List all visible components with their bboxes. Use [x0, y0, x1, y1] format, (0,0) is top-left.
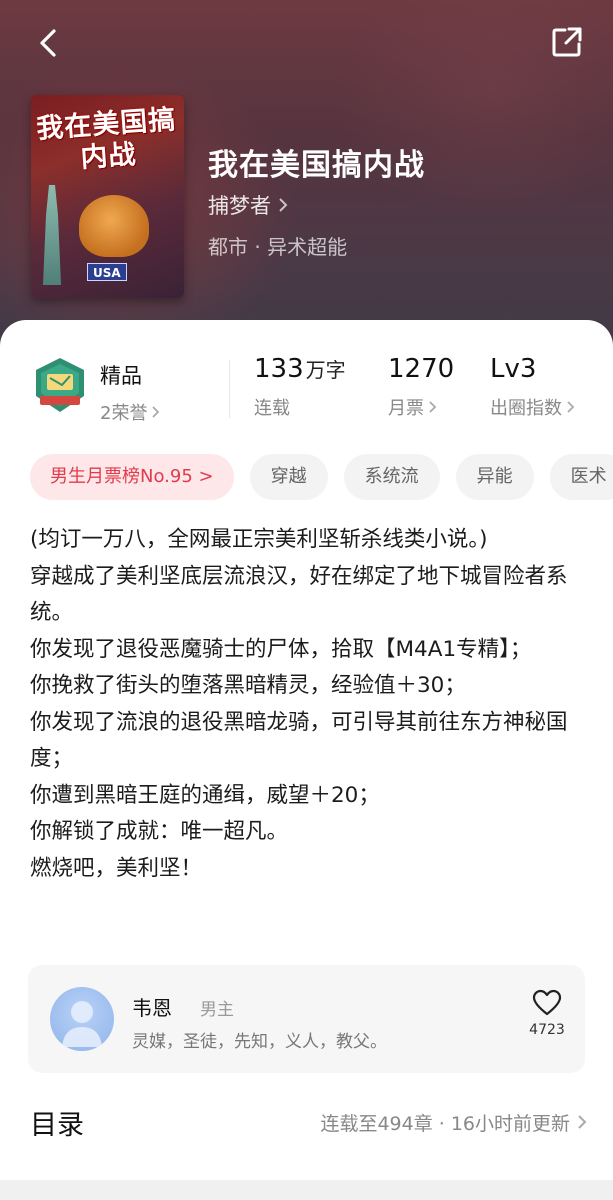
monthly-tickets-label: 月票	[388, 398, 424, 419]
author-link[interactable]: 捕梦者	[208, 190, 289, 220]
description-line: (均订一万八，全网最正宗美利坚斩杀线类小说。)	[30, 527, 488, 552]
character-like-button[interactable]: 4723	[527, 989, 567, 1038]
description-line: 你挽救了街头的堕落黑暗精灵，经验值＋30；	[30, 673, 466, 698]
heart-icon	[532, 989, 562, 1016]
word-count-stat: 133 万字 连载	[254, 354, 346, 420]
chevron-right-icon	[279, 198, 288, 212]
bottom-spacer	[0, 1180, 613, 1200]
level-value: Lv3	[490, 354, 537, 384]
divider	[229, 360, 230, 418]
cover-badge: USA	[87, 263, 127, 281]
quality-badge-icon	[36, 358, 84, 412]
quality-label: 精品	[100, 364, 142, 388]
ranking-tag[interactable]: 男生月票榜No.95 >	[30, 454, 234, 500]
description-line: 你遭到黑暗王庭的通缉，威望＋20；	[30, 782, 380, 808]
share-icon[interactable]	[549, 24, 585, 60]
tag-chip[interactable]: 异能	[455, 454, 534, 500]
monthly-tickets-stat[interactable]: 1270 月票	[388, 354, 454, 420]
description-line: 你发现了退役恶魔骑士的尸体，拾取【M4A1专精】；	[30, 636, 532, 662]
honors-count: 2荣誉	[100, 403, 148, 424]
character-avatar	[50, 987, 114, 1051]
toc-update-info: 连载至494章 · 16小时前更新	[320, 1112, 570, 1135]
word-count-unit: 万字	[305, 358, 346, 382]
like-count: 4723	[529, 1022, 565, 1038]
tag-chip[interactable]: 系统流	[343, 454, 440, 500]
breakout-index-stat[interactable]: Lv3 出圈指数	[490, 354, 576, 420]
description-line: 穿越成了美利坚底层流浪汉，好在绑定了地下城冒险者系统。	[30, 563, 568, 626]
book-description[interactable]: (均订一万八，全网最正宗美利坚斩杀线类小说。) 穿越成了美利坚底层流浪汉，好在绑…	[30, 522, 595, 887]
statue-illustration	[43, 185, 61, 285]
cover-title: 我在美国搞内战	[35, 104, 178, 174]
chevron-right-icon	[567, 401, 575, 413]
toc-title: 目录	[30, 1109, 84, 1141]
person-icon	[62, 1001, 102, 1047]
back-arrow-icon[interactable]	[32, 26, 66, 60]
cat-illustration	[79, 195, 149, 257]
tag-chip[interactable]: 穿越	[249, 454, 328, 500]
tag-chip[interactable]: 医术	[549, 454, 613, 500]
chevron-right-icon	[429, 401, 437, 413]
honors-stat[interactable]: 精品 2荣誉	[100, 360, 161, 425]
book-cover[interactable]: 我在美国搞内战 USA	[31, 95, 184, 298]
description-line: 你解锁了成就：唯一超凡。	[30, 819, 289, 844]
book-genre: 都市 · 异术超能	[208, 235, 348, 259]
character-role: 男主	[200, 1000, 234, 1020]
description-line: 燃烧吧，美利坚！	[30, 855, 203, 881]
chevron-right-icon	[152, 406, 160, 418]
table-of-contents-row[interactable]: 目录 连载至494章 · 16小时前更新	[30, 1100, 588, 1144]
book-detail-card: 精品 2荣誉 133 万字 连载 1270 月票 Lv3 出圈指数 男生月票榜N…	[0, 320, 613, 1180]
monthly-tickets-value: 1270	[388, 354, 455, 384]
word-count-value: 133	[254, 354, 304, 384]
serial-status: 连载	[254, 398, 290, 419]
tag-list: 男生月票榜No.95 > 穿越 系统流 异能 医术	[30, 454, 613, 500]
character-name: 韦恩	[132, 996, 172, 1020]
level-label: 出圈指数	[490, 398, 562, 419]
character-card[interactable]: 韦恩 男主 灵媒，圣徒，先知，义人，教父。 4723	[28, 965, 585, 1073]
chevron-right-icon	[578, 1115, 587, 1129]
book-title: 我在美国搞内战	[208, 148, 425, 183]
description-line: 你发现了流浪的退役黑暗龙骑，可引导其前往东方神秘国度；	[30, 709, 568, 772]
character-tags: 灵媒，圣徒，先知，义人，教父。	[132, 1032, 387, 1052]
author-name: 捕梦者	[208, 194, 271, 218]
